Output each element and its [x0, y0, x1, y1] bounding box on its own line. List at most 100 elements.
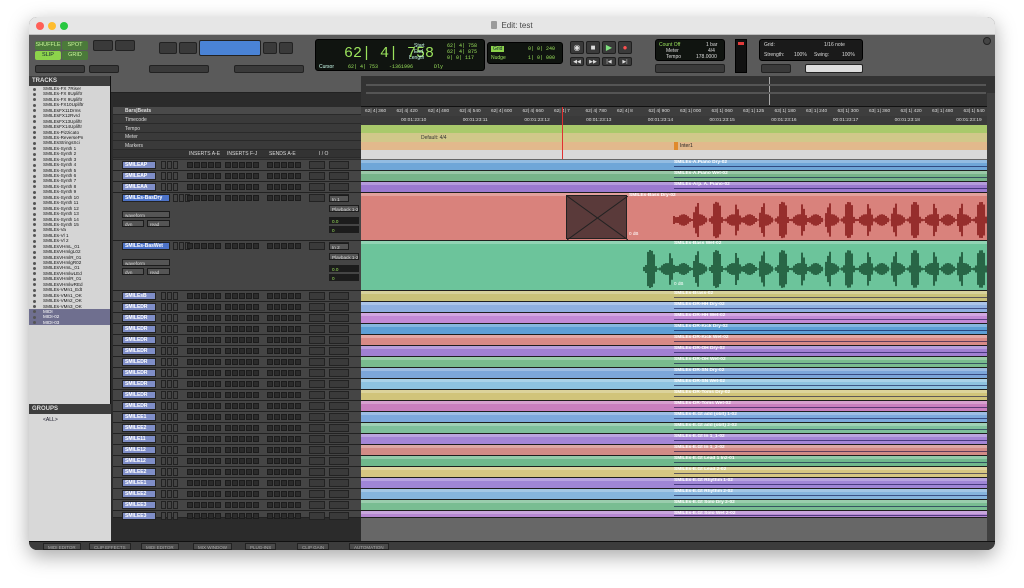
send-slot[interactable] [288, 381, 294, 387]
track-name[interactable]: SMILEDR [122, 391, 156, 399]
insert-slot[interactable] [187, 337, 193, 343]
send-slot[interactable] [295, 436, 301, 442]
nudge-value[interactable]: 1| 0| 000 [528, 55, 555, 61]
insert-slot[interactable] [253, 436, 259, 442]
delay-toggle[interactable]: Dly [434, 64, 443, 70]
bars-beats-ruler[interactable]: 62| 4| 360 62| 4| 420 62| 4| 480 62| 4| 540… [361, 107, 995, 116]
output-selector[interactable] [329, 468, 349, 476]
send-slot[interactable] [281, 513, 287, 519]
solo-button[interactable] [173, 194, 178, 202]
insert-slot[interactable] [187, 304, 193, 310]
send-slot[interactable] [281, 381, 287, 387]
shuffle-mode-button[interactable]: SHUFFLE [35, 41, 61, 50]
insert-slot[interactable] [194, 403, 200, 409]
rec-button[interactable] [173, 380, 178, 388]
mute-button[interactable] [167, 347, 172, 355]
io-selector[interactable] [309, 303, 325, 311]
insert-slot[interactable] [187, 403, 193, 409]
clip-name[interactable]: SMILEs-DR-HH Dry-02 [674, 302, 725, 307]
insert-slot[interactable] [225, 243, 231, 249]
send-slot[interactable] [295, 381, 301, 387]
insert-slot[interactable] [253, 469, 259, 475]
window-menu-icon[interactable] [983, 37, 991, 45]
insert-slot[interactable] [239, 304, 245, 310]
insert-slot[interactable] [201, 469, 207, 475]
io-selector[interactable] [309, 347, 325, 355]
insert-slot[interactable] [225, 293, 231, 299]
io-selector[interactable] [309, 325, 325, 333]
clip-gain-label[interactable]: 0 dB [629, 231, 638, 236]
mute-button[interactable] [167, 468, 172, 476]
send-slot[interactable] [288, 403, 294, 409]
group-all-item[interactable]: <ALL> [29, 414, 111, 423]
solo-button[interactable] [161, 314, 166, 322]
insert-slot[interactable] [253, 315, 259, 321]
insert-slot[interactable] [232, 458, 238, 464]
insert-slot[interactable] [253, 392, 259, 398]
insert-slot[interactable] [232, 392, 238, 398]
insert-slot[interactable] [187, 359, 193, 365]
insert-slot[interactable] [253, 337, 259, 343]
track-header[interactable]: SMILEDR [113, 324, 361, 335]
send-slot[interactable] [288, 414, 294, 420]
solo-button[interactable] [161, 325, 166, 333]
mute-button[interactable] [167, 380, 172, 388]
track-name[interactable]: SMILEDR [122, 325, 156, 333]
io-selector[interactable] [309, 501, 325, 509]
clip-name[interactable]: SMILEs-E.Gt Lead 1 In2-01 [674, 456, 735, 461]
zoom-preset-buttons[interactable] [35, 65, 85, 73]
insert-slot[interactable] [232, 414, 238, 420]
insert-slot[interactable] [201, 436, 207, 442]
track-name[interactable]: SMILEE2 [122, 424, 156, 432]
send-slot[interactable] [267, 337, 273, 343]
track-header[interactable]: SMILE12 [113, 456, 361, 467]
send-slot[interactable] [274, 326, 280, 332]
insert-slot[interactable] [246, 293, 252, 299]
insert-slot[interactable] [253, 513, 259, 519]
rec-button[interactable] [173, 435, 178, 443]
insert-slot[interactable] [194, 480, 200, 486]
send-slot[interactable] [295, 513, 301, 519]
send-slot[interactable] [267, 195, 273, 201]
insert-slot[interactable] [201, 348, 207, 354]
clip-name[interactable]: SMILEs-Bass Dry-02 [629, 193, 676, 198]
insert-slot[interactable] [194, 162, 200, 168]
track-name[interactable]: SMILEE1 [122, 413, 156, 421]
insert-slot[interactable] [208, 315, 214, 321]
insert-slot[interactable] [246, 304, 252, 310]
rec-button[interactable] [173, 161, 178, 169]
insert-slot[interactable] [201, 458, 207, 464]
send-slot[interactable] [288, 337, 294, 343]
insert-slot[interactable] [201, 480, 207, 486]
insert-slot[interactable] [232, 173, 238, 179]
solo-button[interactable] [161, 501, 166, 509]
grid-value[interactable]: 0| 0| 240 [528, 46, 555, 52]
rec-button[interactable] [173, 402, 178, 410]
insert-slot[interactable] [246, 469, 252, 475]
tempo-ruler-label[interactable]: Tempo [113, 125, 361, 133]
send-slot[interactable] [281, 293, 287, 299]
send-slot[interactable] [288, 502, 294, 508]
track-name[interactable]: SMILEDR [122, 336, 156, 344]
output-selector[interactable] [329, 369, 349, 377]
send-slot[interactable] [274, 392, 280, 398]
insert-slot[interactable] [215, 381, 221, 387]
track-header[interactable]: SMILEsB [113, 291, 361, 302]
track-lane[interactable]: SMILEs-E.Gt add (oblt) 1-02 [361, 412, 995, 423]
send-slot[interactable] [267, 403, 273, 409]
mute-button[interactable] [167, 358, 172, 366]
mute-button[interactable] [167, 336, 172, 344]
insert-slot[interactable] [225, 491, 231, 497]
track-header[interactable]: SMILEs-BasDry waveform dyn read In 1 Playback… [113, 193, 361, 241]
bottom-tab[interactable]: CLIP EFFECTS [89, 543, 131, 550]
rec-button[interactable] [173, 512, 178, 520]
insert-slot[interactable] [246, 491, 252, 497]
insert-slot[interactable] [232, 480, 238, 486]
insert-slot[interactable] [194, 195, 200, 201]
dyn-button[interactable]: dyn [122, 220, 144, 227]
insert-slot[interactable] [194, 184, 200, 190]
insert-slot[interactable] [201, 513, 207, 519]
send-slot[interactable] [295, 403, 301, 409]
track-lane[interactable]: SMILEs-E.Gt add (oblt) 2-02 [361, 423, 995, 434]
send-slot[interactable] [295, 315, 301, 321]
